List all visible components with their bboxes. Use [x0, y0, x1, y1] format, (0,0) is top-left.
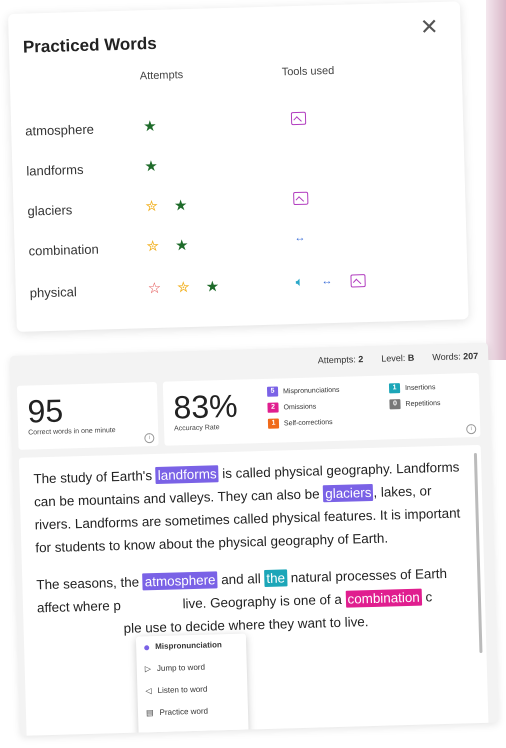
word-atmosphere[interactable]: atmosphere	[142, 571, 218, 591]
menu-item-jump[interactable]: ▷ Jump to word	[136, 656, 247, 681]
info-icon[interactable]: i	[466, 424, 477, 435]
attempts-stat: Attempts: 2	[317, 354, 364, 366]
close-icon[interactable]: ✕	[420, 14, 439, 41]
background-edge	[486, 0, 506, 360]
star-icon: ★	[174, 237, 189, 255]
menu-item-practice[interactable]: ▤ Practice word	[138, 699, 249, 724]
star-half-icon: ✮	[176, 279, 190, 297]
word-the[interactable]: the	[264, 569, 288, 587]
scrollbar[interactable]	[473, 453, 483, 654]
star-icon: ★	[173, 197, 188, 215]
word-label: physical	[29, 284, 77, 301]
play-icon: ▷	[144, 664, 152, 674]
word-label: atmosphere	[25, 121, 95, 139]
accuracy-label: Accuracy Rate	[174, 424, 220, 433]
word-row-combination: combination ✮ ★ ↔	[28, 232, 429, 269]
info-icon[interactable]: i	[144, 433, 155, 444]
legend-self-corrections: 1 Self-corrections	[267, 417, 333, 429]
legend-omissions: 2 Omissions	[267, 401, 316, 413]
reading-report: Attempts: 2 Level: B Words: 207 95 Corre…	[10, 342, 499, 736]
tools-header: Tools used	[281, 64, 335, 79]
practice-icon: ▤	[145, 708, 154, 718]
word-row-atmosphere: atmosphere ★	[25, 111, 426, 149]
attempts: ✮ ★	[145, 196, 204, 216]
attempts: ★	[143, 116, 173, 135]
word-combination[interactable]: combination	[345, 588, 422, 608]
image-icon	[350, 273, 366, 288]
menu-header: Mispronunciation	[136, 634, 247, 659]
star-icon: ★	[144, 157, 159, 176]
tools	[293, 191, 309, 206]
reading-passage: The study of Earth's landforms is called…	[18, 444, 489, 736]
level-stat: Level: B	[381, 352, 415, 364]
word-row-glaciers: glaciers ✮ ★	[27, 191, 428, 229]
image-icon	[293, 191, 309, 206]
word-row-landforms: landforms ★	[26, 152, 427, 189]
arrows-icon: ↔	[294, 231, 306, 245]
attempts: ★	[144, 156, 174, 175]
legend-insertions: 1 Insertions	[388, 382, 436, 394]
attempts: ✮ ★	[146, 236, 205, 256]
correct-words-card: 95 Correct words in one minute i	[16, 381, 159, 450]
word-landforms[interactable]: landforms	[155, 465, 219, 484]
tools	[290, 111, 307, 126]
accuracy-value: 83%	[172, 387, 239, 426]
legend-repetitions: 0 Repetitions	[389, 398, 441, 410]
accuracy-card: 83% Accuracy Rate 5 Mispronunciations 2 Om…	[162, 372, 481, 446]
image-icon	[290, 111, 307, 126]
word-label: glaciers	[27, 202, 73, 219]
attempts: ☆ ✮ ★	[147, 277, 235, 297]
passage-text: The study of Earth's landforms is called…	[33, 455, 470, 656]
correct-words-value: 95	[27, 392, 64, 430]
panel-title: Practiced Words	[22, 33, 157, 57]
attempts-header: Attempts	[139, 69, 184, 83]
speaker-icon: ◁	[145, 686, 152, 696]
word-row-physical: physical ☆ ✮ ★ 🔈︎ ↔	[29, 272, 431, 311]
tools: 🔈︎ ↔	[295, 272, 366, 290]
top-stats: Attempts: 2 Level: B Words: 207	[318, 351, 479, 365]
menu-item-listen[interactable]: ◁ Listen to word	[137, 678, 248, 703]
speaker-icon: 🔈︎	[295, 273, 304, 290]
word-context-menu: Mispronunciation ▷ Jump to word ◁ Listen t…	[135, 633, 249, 736]
star-icon: ★	[205, 278, 220, 296]
word-glaciers[interactable]: glaciers	[323, 483, 374, 503]
paragraph-1: The study of Earth's landforms is called…	[33, 459, 461, 556]
star-icon: ★	[142, 117, 157, 136]
star-half-icon: ✮	[146, 237, 160, 256]
paragraph-2: The seasons, the atmosphere and all the …	[36, 565, 448, 636]
arrows-icon: ↔	[321, 275, 333, 288]
star-outline-icon: ☆	[147, 279, 162, 298]
correct-words-label: Correct words in one minute	[28, 427, 116, 437]
practiced-words-panel: Practiced Words ✕ Attempts Tools used at…	[8, 1, 469, 332]
legend-mispronunciations: 5 Mispronunciations	[266, 385, 340, 397]
words-stat: Words: 207	[432, 350, 479, 363]
word-label: combination	[28, 241, 99, 259]
tools: ↔	[294, 232, 305, 244]
mispronunciation-dot-icon	[144, 644, 150, 650]
star-half-icon: ✮	[145, 197, 159, 216]
word-label: landforms	[26, 161, 84, 179]
